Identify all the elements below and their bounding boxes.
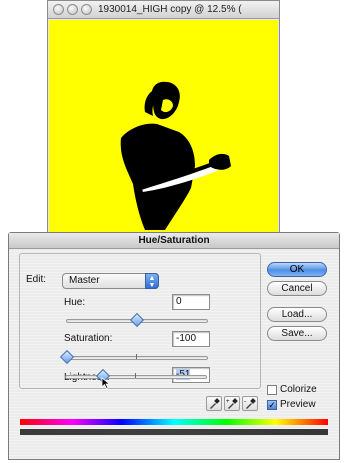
lightness-slider-track[interactable] xyxy=(65,375,207,379)
edit-select[interactable]: Master ▲ ▼ xyxy=(62,273,159,289)
zoom-window-icon[interactable] xyxy=(81,4,92,15)
image-canvas[interactable] xyxy=(49,20,278,238)
lightness-center-tick xyxy=(135,373,136,378)
edit-label: Edit: xyxy=(26,274,47,285)
mouse-cursor-icon xyxy=(101,377,111,389)
document-title: 1930014_HIGH copy @ 12.5% ( xyxy=(98,4,242,15)
preview-checkbox-row[interactable]: ✓ Preview xyxy=(267,399,316,410)
chevron-updown-icon: ▲ ▼ xyxy=(145,273,159,289)
document-window: 1930014_HIGH copy @ 12.5% ( xyxy=(47,0,280,238)
close-window-icon[interactable] xyxy=(53,4,64,15)
silhouette-figure xyxy=(120,81,231,230)
adjustment-group: Edit: Master ▲ ▼ Hue: 0 Saturation: -100 … xyxy=(19,253,261,389)
colorize-checkbox[interactable] xyxy=(267,384,277,395)
saturation-field[interactable]: -100 xyxy=(172,331,210,347)
saturation-center-tick xyxy=(136,354,137,359)
eyedropper-minus-icon: - xyxy=(244,398,256,409)
load-button[interactable]: Load... xyxy=(267,307,327,322)
saturation-slider-thumb[interactable] xyxy=(59,349,75,365)
hue-label: Hue: xyxy=(64,297,86,308)
svg-text:+: + xyxy=(226,399,230,405)
hue-field[interactable]: 0 xyxy=(172,294,210,310)
hue-value: 0 xyxy=(176,296,182,307)
cancel-button[interactable]: Cancel xyxy=(267,281,327,296)
ok-button[interactable]: OK xyxy=(267,262,327,277)
hue-saturation-dialog: Hue/Saturation Edit: Master ▲ ▼ Hue: 0 Sa… xyxy=(8,232,340,460)
svg-text:-: - xyxy=(244,399,246,405)
document-titlebar[interactable]: 1930014_HIGH copy @ 12.5% ( xyxy=(48,1,279,19)
dialog-title: Hue/Saturation xyxy=(9,233,339,249)
preview-label: Preview xyxy=(280,399,316,410)
colorize-checkbox-row[interactable]: Colorize xyxy=(267,384,317,395)
preview-checkbox[interactable]: ✓ xyxy=(267,399,277,410)
eyedropper-tool[interactable] xyxy=(206,396,222,411)
output-spectrum-bar xyxy=(20,429,328,435)
save-button[interactable]: Save... xyxy=(267,326,327,341)
eyedropper-icon xyxy=(210,398,220,409)
saturation-value: -100 xyxy=(176,333,197,344)
minimize-window-icon[interactable] xyxy=(67,4,78,15)
saturation-label: Saturation: xyxy=(64,333,113,344)
input-spectrum-bar xyxy=(20,419,328,425)
colorize-label: Colorize xyxy=(280,384,317,395)
saturation-slider-track[interactable] xyxy=(66,356,208,360)
edit-select-value: Master xyxy=(69,275,100,286)
eyedropper-plus-tool[interactable]: + xyxy=(224,396,240,411)
hue-slider-thumb[interactable] xyxy=(129,312,145,328)
eyedropper-minus-tool[interactable]: - xyxy=(242,396,258,411)
eyedropper-plus-icon: + xyxy=(226,398,238,409)
